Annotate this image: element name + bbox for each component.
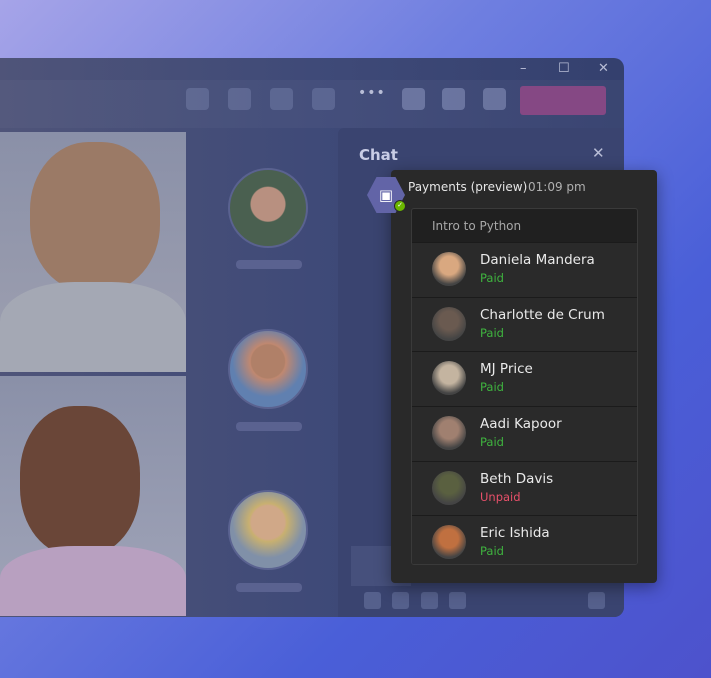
leave-button[interactable] [520, 86, 606, 115]
student-row[interactable]: Charlotte de Crum Paid [412, 296, 637, 352]
toolbar-button[interactable] [270, 88, 293, 110]
student-row[interactable]: Eric Ishida Paid [412, 515, 637, 564]
participant-name-placeholder [236, 422, 302, 431]
avatar [432, 470, 466, 505]
toolbar-button[interactable] [228, 88, 251, 110]
close-chat-button[interactable]: ✕ [592, 144, 605, 162]
participant-avatar[interactable] [228, 490, 308, 570]
payment-status: Paid [480, 325, 504, 340]
toolbar-button[interactable] [442, 88, 465, 110]
compose-tool-button[interactable] [421, 592, 438, 609]
participant-avatar[interactable] [228, 168, 308, 248]
compose-tool-button[interactable] [392, 592, 409, 609]
verified-check-icon: ✓ [394, 200, 406, 212]
video-tile [0, 376, 186, 616]
meeting-toolbar: ••• [0, 80, 624, 128]
student-name: Beth Davis [480, 470, 554, 487]
toolbar-button[interactable] [402, 88, 425, 110]
student-name: Charlotte de Crum [480, 306, 605, 323]
toolbar-button[interactable] [186, 88, 209, 110]
avatar [432, 416, 466, 451]
student-name: MJ Price [480, 361, 533, 378]
message-sender: Payments (preview) [408, 180, 528, 194]
participant-name-placeholder [236, 583, 302, 592]
avatar [432, 306, 466, 341]
student-row[interactable]: Aadi Kapoor Paid [412, 406, 637, 461]
title-bar: – ☐ ✕ [0, 58, 624, 80]
close-window-button[interactable]: ✕ [598, 61, 609, 76]
participant-name-placeholder [236, 260, 302, 269]
participant-avatar[interactable] [228, 329, 308, 409]
participant-video [30, 142, 160, 292]
avatar [432, 525, 466, 560]
toolbar-button[interactable] [312, 88, 335, 110]
student-name: Eric Ishida [480, 525, 550, 542]
payment-status: Unpaid [480, 489, 521, 504]
compose-tool-button[interactable] [449, 592, 466, 609]
message-time: 01:09 pm [528, 180, 586, 194]
student-row[interactable]: Daniela Mandera Paid [412, 242, 637, 297]
video-tile [0, 132, 186, 372]
send-button[interactable] [588, 592, 605, 609]
more-options-button[interactable]: ••• [358, 85, 386, 101]
compose-tool-button[interactable] [364, 592, 381, 609]
payment-status: Paid [480, 271, 504, 285]
card-title: Intro to Python [432, 219, 522, 233]
student-row[interactable]: Beth Davis Unpaid [412, 460, 637, 516]
avatar [432, 252, 466, 286]
chat-title: Chat [359, 146, 398, 164]
payment-status: Paid [480, 435, 504, 450]
student-name: Daniela Mandera [480, 252, 595, 268]
payment-status: Paid [480, 544, 504, 559]
maximize-button[interactable]: ☐ [558, 61, 570, 76]
avatar [432, 361, 466, 396]
toolbar-button[interactable] [483, 88, 506, 110]
payment-status: Paid [480, 380, 504, 395]
payment-card: Intro to Python Daniela Mandera Paid Cha… [411, 208, 638, 565]
minimize-button[interactable]: – [520, 61, 527, 76]
participant-video [20, 406, 140, 556]
student-name: Aadi Kapoor [480, 416, 562, 433]
student-row[interactable]: MJ Price Paid [412, 351, 637, 407]
